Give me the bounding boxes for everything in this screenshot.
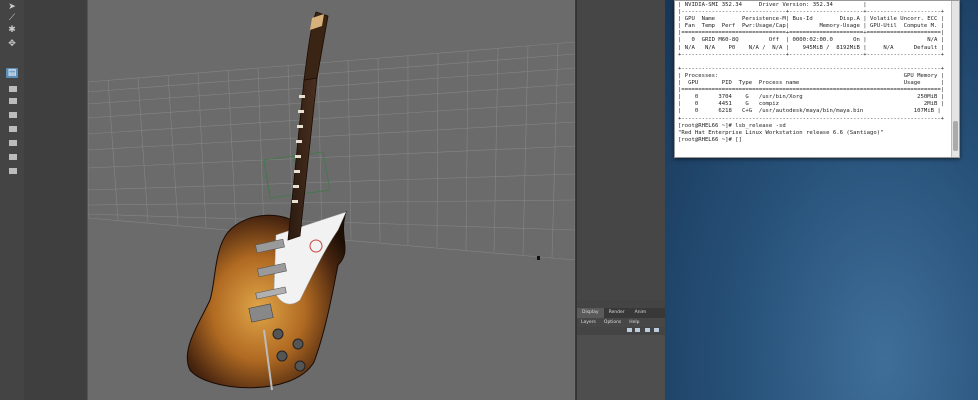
terminal-line: | GPU PID Type Process name Usage | [678,80,945,87]
layer-menu-bar: Layers Options Help [577,318,665,327]
terminal-line: | 0 6218 C+G /usr/autodesk/maya/bin/maya… [678,108,941,115]
move-icon[interactable]: ✥ [6,39,18,49]
layout-graph-icon[interactable] [9,154,17,160]
terminal-line: +-------------------------------+-------… [678,51,945,58]
terminal-line: +---------------------------------------… [678,115,945,122]
tool-box: ➤ ⟋ ✱ ✥ ▤ [0,0,25,400]
terminal-line: | 0 4451 G compiz 2MiB | [678,101,945,108]
menu-help[interactable]: Help [625,318,643,327]
terminal-window[interactable]: | NVIDIA-SMI 352.34 Driver Version: 352.… [674,0,960,158]
side-shelf [24,0,88,400]
viewport-scene [88,11,575,391]
mouse-cursor [537,256,540,260]
guitar-model [186,11,347,391]
new-layer-selected-icon[interactable] [654,328,659,332]
menu-layers[interactable]: Layers [577,318,600,327]
terminal-output: | NVIDIA-SMI 352.34 Driver Version: 352.… [678,2,944,144]
terminal-line: [root@RHEL66 ~]# lsb_release -sd [678,122,786,129]
terminal-line: | Processes: GPU Memory | [678,72,945,79]
terminal-line: |=======================================… [678,87,945,94]
terminal-line: |-------------------------------+-------… [678,9,945,16]
terminal-line: | GPU Name Persistence-M| Bus-Id Disp.A … [678,16,945,23]
tab-display[interactable]: Display [577,308,604,318]
tab-render[interactable]: Render [604,308,630,318]
menu-options[interactable]: Options [600,318,625,327]
layout-three-icon[interactable] [9,126,17,132]
terminal-line: |===============================+=======… [678,30,945,37]
terminal-line: | Fan Temp Perf Pwr:Usage/Cap| Memory-Us… [678,23,945,30]
terminal-line: "Red Hat Enterprise Linux Workstation re… [678,129,884,136]
terminal-line: | NVIDIA-SMI 352.34 Driver Version: 352.… [678,2,867,8]
terminal-line: [root@RHEL66 ~]# [] [678,136,742,143]
layer-list[interactable] [577,335,665,400]
layer-editor-tabs: Display Render Anim [577,308,665,318]
lasso-icon[interactable]: ⟋ [6,13,18,23]
perspective-viewport[interactable] [88,0,575,400]
terminal-line: | N/A N/A P0 N/A / N/A | 945MiB / 8192Mi… [678,44,945,51]
channel-box [577,0,665,300]
channel-box-panel: Display Render Anim Layers Options Help [576,0,665,400]
terminal-line: | 0 3704 G /usr/bin/Xorg 250MiB | [678,94,945,101]
new-layer-icon[interactable] [645,328,650,332]
tab-anim[interactable]: Anim [630,308,652,318]
layout-four-icon[interactable] [9,98,17,104]
terminal-line: +---------------------------------------… [678,65,945,72]
terminal-scrollbar[interactable] [951,1,959,157]
layer-toolbar [577,327,665,334]
layout-two-icon[interactable] [9,112,17,118]
terminal-line: | 0 GRID M60-8Q Off | 0000:02:00.0 On | … [678,37,945,44]
layout-single-icon[interactable] [9,86,17,92]
layer-up-icon[interactable] [627,328,632,332]
select-arrow-icon[interactable]: ➤ [6,2,18,12]
layout-outliner-icon[interactable] [9,140,17,146]
layout-persp-icon[interactable] [9,168,17,174]
layer-down-icon[interactable] [635,328,640,332]
paint-icon[interactable]: ✱ [6,25,18,35]
layout-icon[interactable]: ▤ [6,68,18,78]
scrollbar-thumb[interactable] [953,121,958,151]
